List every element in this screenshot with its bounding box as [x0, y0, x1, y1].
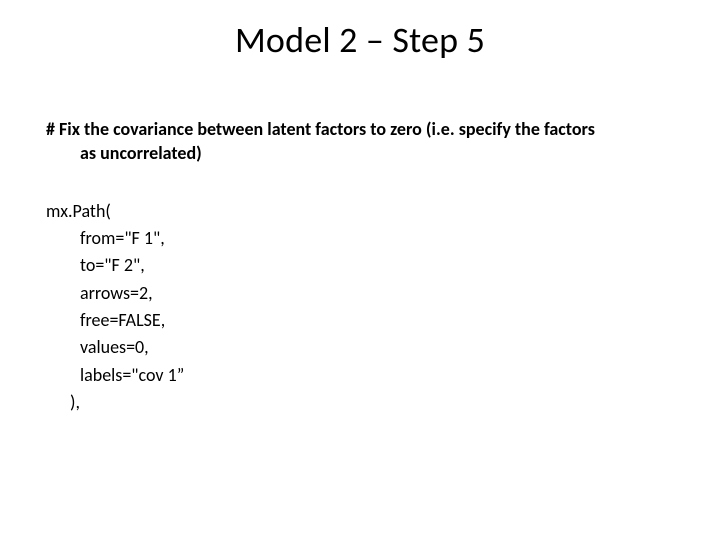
slide-title: Model 2 – Step 5 [0, 18, 720, 62]
code-arg-arrows: arrows=2, [46, 280, 672, 307]
code-arg-to: to="F 2", [46, 252, 672, 279]
code-arg-free: free=FALSE, [46, 307, 672, 334]
code-arg-from: from="F 1", [46, 225, 672, 252]
comment-line-1: # Fix the covariance between latent fact… [46, 118, 595, 140]
code-open: mx.Path( [46, 200, 111, 222]
slide-body: # Fix the covariance between latent fact… [46, 118, 672, 416]
slide: Model 2 – Step 5 # Fix the covariance be… [0, 0, 720, 540]
code-block: mx.Path( from="F 1", to="F 2", arrows=2,… [46, 198, 672, 417]
code-close: ), [46, 389, 672, 416]
comment-line-2: as uncorrelated) [46, 142, 672, 166]
code-arg-values: values=0, [46, 334, 672, 361]
comment-block: # Fix the covariance between latent fact… [46, 118, 672, 166]
code-arg-labels: labels="cov 1” [46, 362, 672, 389]
